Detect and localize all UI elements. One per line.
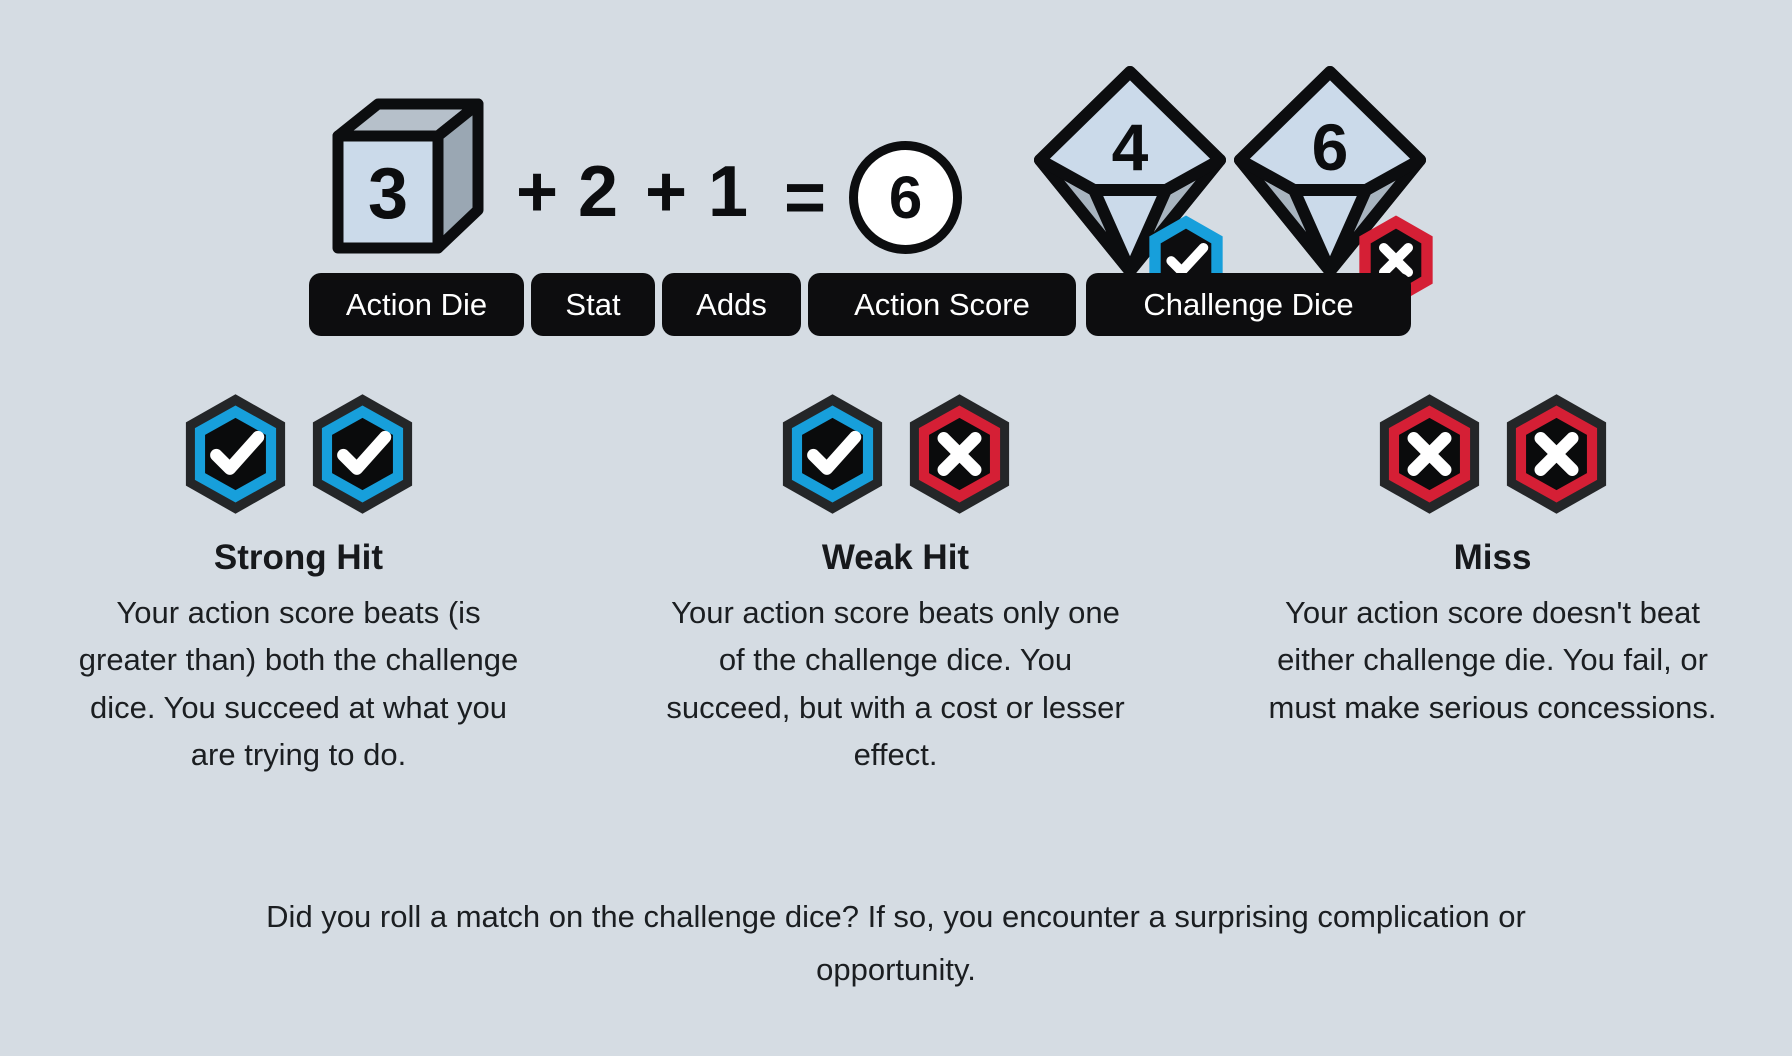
outcome-description: Your action score beats (is greater than… — [78, 595, 519, 773]
check-hex-icon — [776, 392, 889, 516]
plus-operator-1: + — [516, 152, 558, 232]
outcome-description: Your action score doesn't beat either ch… — [1268, 595, 1717, 725]
equals-operator: = — [784, 158, 826, 238]
formula-label-row: Action Die Stat Adds Action Score Challe… — [0, 273, 1792, 343]
outcome-title: Miss — [1453, 538, 1532, 577]
label-stat: Stat — [531, 273, 655, 336]
outcome-weak-hit-badges — [776, 392, 1016, 516]
outcomes-row: Strong Hit Your action score beats (is g… — [0, 392, 1792, 779]
label-action-score: Action Score — [808, 273, 1076, 336]
cross-hex-icon — [1500, 392, 1613, 516]
action-score-value: 6 — [849, 141, 962, 254]
cross-hex-icon — [903, 392, 1016, 516]
svg-text:4: 4 — [1112, 110, 1149, 184]
outcome-weak-hit: Weak Hit Your action score beats only on… — [597, 392, 1194, 779]
outcome-title: Strong Hit — [213, 538, 384, 577]
plus-operator-2: + — [645, 152, 687, 232]
outcome-title: Weak Hit — [821, 538, 970, 577]
check-hex-icon — [179, 392, 292, 516]
check-hex-icon — [306, 392, 419, 516]
stat-value: 2 — [578, 152, 618, 232]
label-challenge-dice: Challenge Dice — [1086, 273, 1411, 336]
outcome-strong-hit: Strong Hit Your action score beats (is g… — [0, 392, 597, 779]
label-adds: Adds — [662, 273, 801, 336]
outcome-miss: Miss Your action score doesn't beat eith… — [1194, 392, 1791, 779]
svg-text:6: 6 — [1312, 110, 1349, 184]
label-action-die: Action Die — [309, 273, 524, 336]
action-score-icon: 6 — [849, 141, 962, 254]
formula-row: 3 + 2 + 1 = 6 4 6 Action Die Stat Adds A… — [0, 28, 1792, 336]
action-die-icon: 3 — [330, 98, 485, 258]
adds-value: 1 — [708, 152, 748, 232]
outcome-description: Your action score beats only one of the … — [666, 595, 1125, 773]
outcome-strong-hit-badges — [179, 392, 419, 516]
match-footnote: Did you roll a match on the challenge di… — [266, 899, 1526, 988]
cross-hex-icon — [1373, 392, 1486, 516]
outcome-miss-badges — [1373, 392, 1613, 516]
svg-text:3: 3 — [368, 154, 408, 234]
